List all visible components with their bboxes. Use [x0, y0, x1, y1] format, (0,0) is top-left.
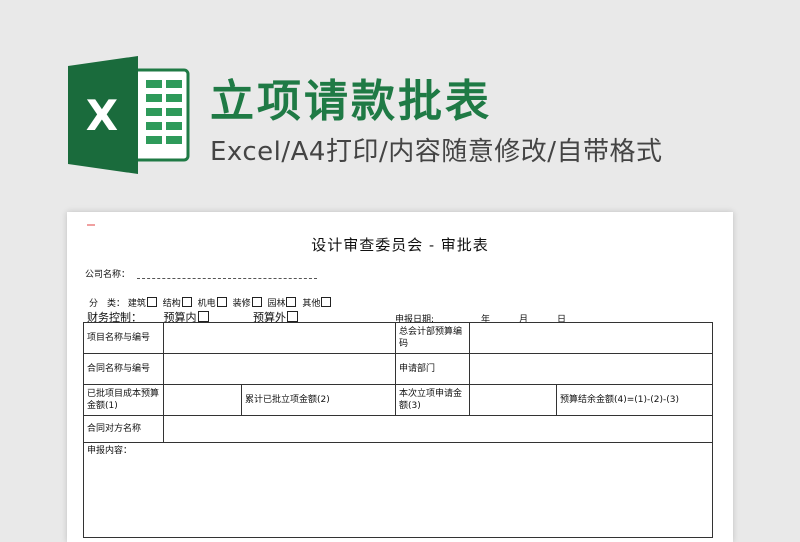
- content-field[interactable]: 申报内容：: [83, 442, 713, 538]
- form-title: 设计审查委员会 - 审批表: [311, 236, 489, 254]
- category-option-mep: 机电: [197, 299, 216, 309]
- budget-balance-label: 预算结余金额(4)=(1)-(2)-(3): [556, 384, 713, 416]
- counterparty-label: 合同对方名称: [83, 415, 164, 443]
- excel-logo-icon: X: [68, 56, 190, 174]
- category-option-other: 其他: [302, 299, 321, 309]
- budget-code-field[interactable]: [469, 322, 713, 354]
- category-row: 分 类： 建筑 结构 机电 装修 园林 其他: [89, 296, 334, 309]
- apply-dept-label: 申请部门: [395, 353, 470, 385]
- category-option-structure: 结构: [162, 299, 181, 309]
- checkbox-other[interactable]: [321, 297, 332, 307]
- category-option-building: 建筑: [127, 299, 146, 309]
- table-row: 合同名称与编号 申请部门: [83, 353, 713, 385]
- current-apply-label: 本次立项申请金额(3): [395, 384, 470, 416]
- contract-name-field[interactable]: [163, 353, 396, 385]
- checkbox-structure[interactable]: [181, 297, 192, 307]
- table-row: 项目名称与编号 总会计部预算编码: [83, 322, 713, 354]
- budget-code-label: 总会计部预算编码: [395, 322, 470, 354]
- table-row: 合同对方名称: [83, 415, 713, 443]
- table-row: 申报内容：: [83, 442, 713, 538]
- banner-subtitle: Excel/A4打印/内容随意修改/自带格式: [210, 137, 663, 167]
- contract-name-label: 合同名称与编号: [83, 353, 164, 385]
- checkbox-budget-out[interactable]: [287, 311, 298, 322]
- checkbox-garden[interactable]: [286, 297, 297, 307]
- content-label: 申报内容：: [87, 446, 133, 456]
- checkbox-building[interactable]: [146, 297, 157, 307]
- checkbox-mep[interactable]: [216, 297, 227, 307]
- checkbox-budget-in[interactable]: [197, 311, 209, 322]
- category-option-garden: 园林: [267, 299, 286, 309]
- category-option-decoration: 装修: [232, 299, 251, 309]
- banner-title: 立项请款批表: [210, 76, 492, 127]
- category-label: 分 类：: [89, 299, 126, 309]
- current-apply-field[interactable]: [469, 384, 557, 416]
- form-sheet: 设计审查委员会 - 审批表 公司名称： 分 类： 建筑 结构 机电 装修 园林 …: [67, 212, 733, 542]
- table-row: 已批项目成本预算金额(1) 累计已批立项金额(2) 本次立项申请金额(3) 预算…: [83, 384, 713, 416]
- approved-cost-label: 已批项目成本预算金额(1): [83, 384, 164, 416]
- counterparty-field[interactable]: [163, 415, 713, 443]
- approval-table: 项目名称与编号 总会计部预算编码 合同名称与编号 申请部门 已批项目成本预算金额…: [83, 322, 713, 538]
- accumulated-label: 累计已批立项金额(2): [241, 384, 396, 416]
- banner: X 立项请款批表 Excel/A4打印/内容随意修改/自带格式: [0, 0, 800, 200]
- project-name-label: 项目名称与编号: [83, 322, 164, 354]
- apply-dept-field[interactable]: [469, 353, 713, 385]
- approved-cost-field[interactable]: [163, 384, 242, 416]
- project-name-field[interactable]: [163, 322, 396, 354]
- company-underline: [137, 278, 317, 279]
- corner-mark: [87, 224, 95, 226]
- company-label: 公司名称：: [85, 270, 131, 280]
- checkbox-decoration[interactable]: [251, 297, 262, 307]
- excel-logo-letter: X: [86, 91, 118, 140]
